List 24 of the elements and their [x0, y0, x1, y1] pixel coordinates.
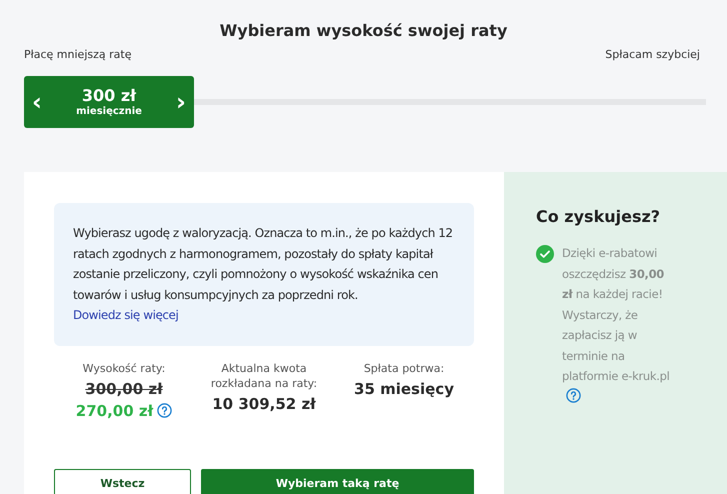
benefit-text: Dzięki e-rabatowi oszczędzisz 30,00 zł na każdej racie! Wystarczy, że zapłacisz ją w terminie na platformie e-kruk.pl [562, 243, 678, 407]
benefits-title: Co zyskujesz? [536, 206, 662, 228]
help-icon[interactable] [566, 388, 581, 402]
info-text: Wybierasz ugodę z waloryzacją. Oznacza to m.in., że po każdych 12 ratach zgodnych z harmonogramem, pozostały do spłaty kapitał zostanie przeliczony, czyli pomnożony o wysokość wskaźnika cen towarów i usług konsumpcyjnych za poprzedni rok. Dowiedz się więcej [73, 225, 454, 324]
stat-value: 35 miesięcy [354, 378, 454, 400]
stat-value: 10 309,52 zł [212, 394, 316, 414]
slider-handle[interactable]: ‹ 300 zł miesięcznie › [24, 76, 194, 128]
stat-label: Spłata potrwa: [364, 360, 444, 376]
amount: 300 zł [82, 86, 136, 106]
amount-unit: miesięcznie [76, 106, 142, 118]
previous-button[interactable]: ‹ [30, 90, 44, 114]
back-button[interactable]: Wstecz [54, 468, 191, 494]
learn-more-link[interactable]: Dowiedz się więcej [73, 308, 178, 322]
next-button[interactable]: › [174, 90, 188, 114]
min-label: Płacę mniejszą ratę [24, 46, 132, 63]
help-icon[interactable] [157, 403, 172, 418]
page-title: Wybieram wysokość swojej raty [218, 20, 508, 42]
confirm-button[interactable]: Wybieram taką ratę [201, 468, 474, 494]
stat-label: Aktualna kwota rozkładana na raty: [210, 360, 318, 390]
max-label: Spłacam szybciej [605, 46, 700, 63]
old-rate: 300,00 zł [85, 378, 163, 400]
check-icon [536, 245, 554, 263]
stat-label: Wysokość raty: [82, 360, 166, 376]
stat-value: 270,00 zł [76, 400, 154, 422]
